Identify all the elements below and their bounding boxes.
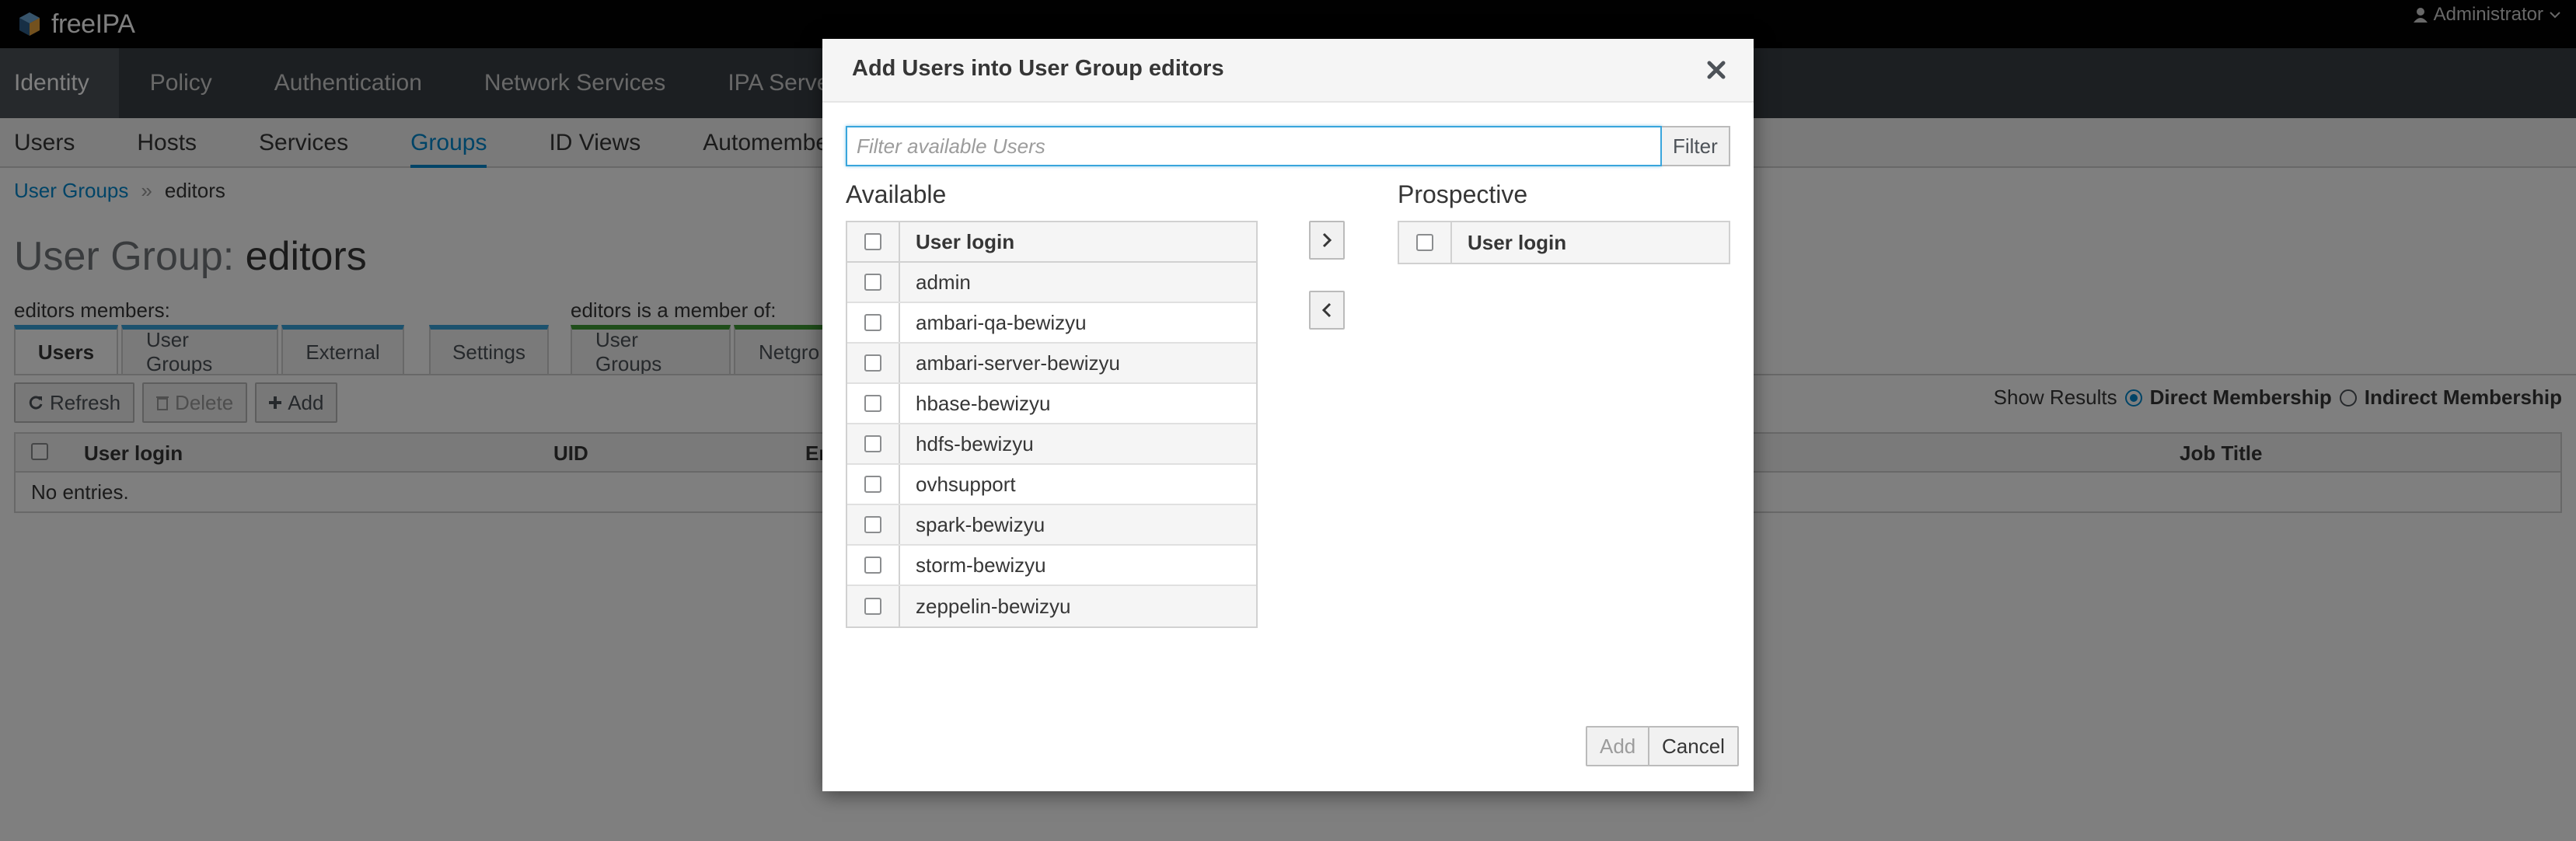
available-user-row[interactable]: hdfs-bewizyu [847, 424, 1256, 465]
available-user-row[interactable]: ovhsupport [847, 465, 1256, 505]
available-select-all-checkbox[interactable] [864, 233, 881, 250]
user-row-checkbox[interactable] [864, 598, 881, 615]
available-user-row[interactable]: hbase-bewizyu [847, 384, 1256, 424]
user-row-checkbox[interactable] [864, 516, 881, 533]
dialog-add-button[interactable]: Add [1586, 726, 1650, 766]
available-col-user-login: User login [916, 229, 1015, 253]
user-login-cell: zeppelin-bewizyu [916, 594, 1071, 618]
dialog-header: Add Users into User Group editors [822, 39, 1754, 103]
available-user-row[interactable]: spark-bewizyu [847, 505, 1256, 546]
user-login-cell: ambari-qa-bewizyu [916, 310, 1087, 334]
prospective-select-all-checkbox[interactable] [1416, 234, 1433, 251]
user-row-checkbox[interactable] [864, 354, 881, 372]
filter-input[interactable] [846, 126, 1662, 166]
available-user-row[interactable]: zeppelin-bewizyu [847, 586, 1256, 626]
user-login-cell: hdfs-bewizyu [916, 431, 1034, 455]
user-login-cell: admin [916, 270, 971, 294]
prospective-col-user-login: User login [1468, 230, 1567, 254]
chevron-left-icon [1321, 302, 1332, 318]
chevron-right-icon [1322, 232, 1332, 248]
move-left-button[interactable] [1309, 291, 1345, 330]
user-login-cell: storm-bewizyu [916, 553, 1046, 577]
user-row-checkbox[interactable] [864, 435, 881, 452]
user-row-checkbox[interactable] [864, 557, 881, 574]
available-list-header: User login [847, 222, 1256, 263]
dialog-cancel-button[interactable]: Cancel [1648, 726, 1739, 766]
prospective-label: Prospective [1398, 180, 1528, 208]
filter-button[interactable]: Filter [1662, 126, 1730, 166]
available-rows: admin ambari-qa-bewizyu ambari-server-bewi… [847, 263, 1256, 626]
available-user-row[interactable]: storm-bewizyu [847, 546, 1256, 586]
available-user-row[interactable]: ambari-server-bewizyu [847, 344, 1256, 384]
prospective-list-header: User login [1399, 222, 1729, 263]
filter-row: Filter [846, 126, 1730, 166]
available-list: User login admin ambari-qa-bewizyu ambari-… [846, 221, 1258, 628]
user-login-cell: ovhsupport [916, 472, 1016, 496]
add-users-dialog: Add Users into User Group editors Filter… [822, 39, 1754, 791]
user-login-cell: hbase-bewizyu [916, 391, 1051, 415]
available-user-row[interactable]: admin [847, 263, 1256, 303]
user-login-cell: spark-bewizyu [916, 512, 1045, 536]
dialog-title: Add Users into User Group editors [852, 56, 1224, 81]
user-login-cell: ambari-server-bewizyu [916, 351, 1120, 375]
close-icon[interactable] [1702, 56, 1730, 84]
move-right-button[interactable] [1309, 221, 1345, 260]
user-row-checkbox[interactable] [864, 314, 881, 331]
user-row-checkbox[interactable] [864, 274, 881, 291]
user-row-checkbox[interactable] [864, 476, 881, 493]
user-row-checkbox[interactable] [864, 395, 881, 412]
prospective-list: User login [1398, 221, 1730, 264]
available-user-row[interactable]: ambari-qa-bewizyu [847, 303, 1256, 344]
available-label: Available [846, 180, 947, 208]
